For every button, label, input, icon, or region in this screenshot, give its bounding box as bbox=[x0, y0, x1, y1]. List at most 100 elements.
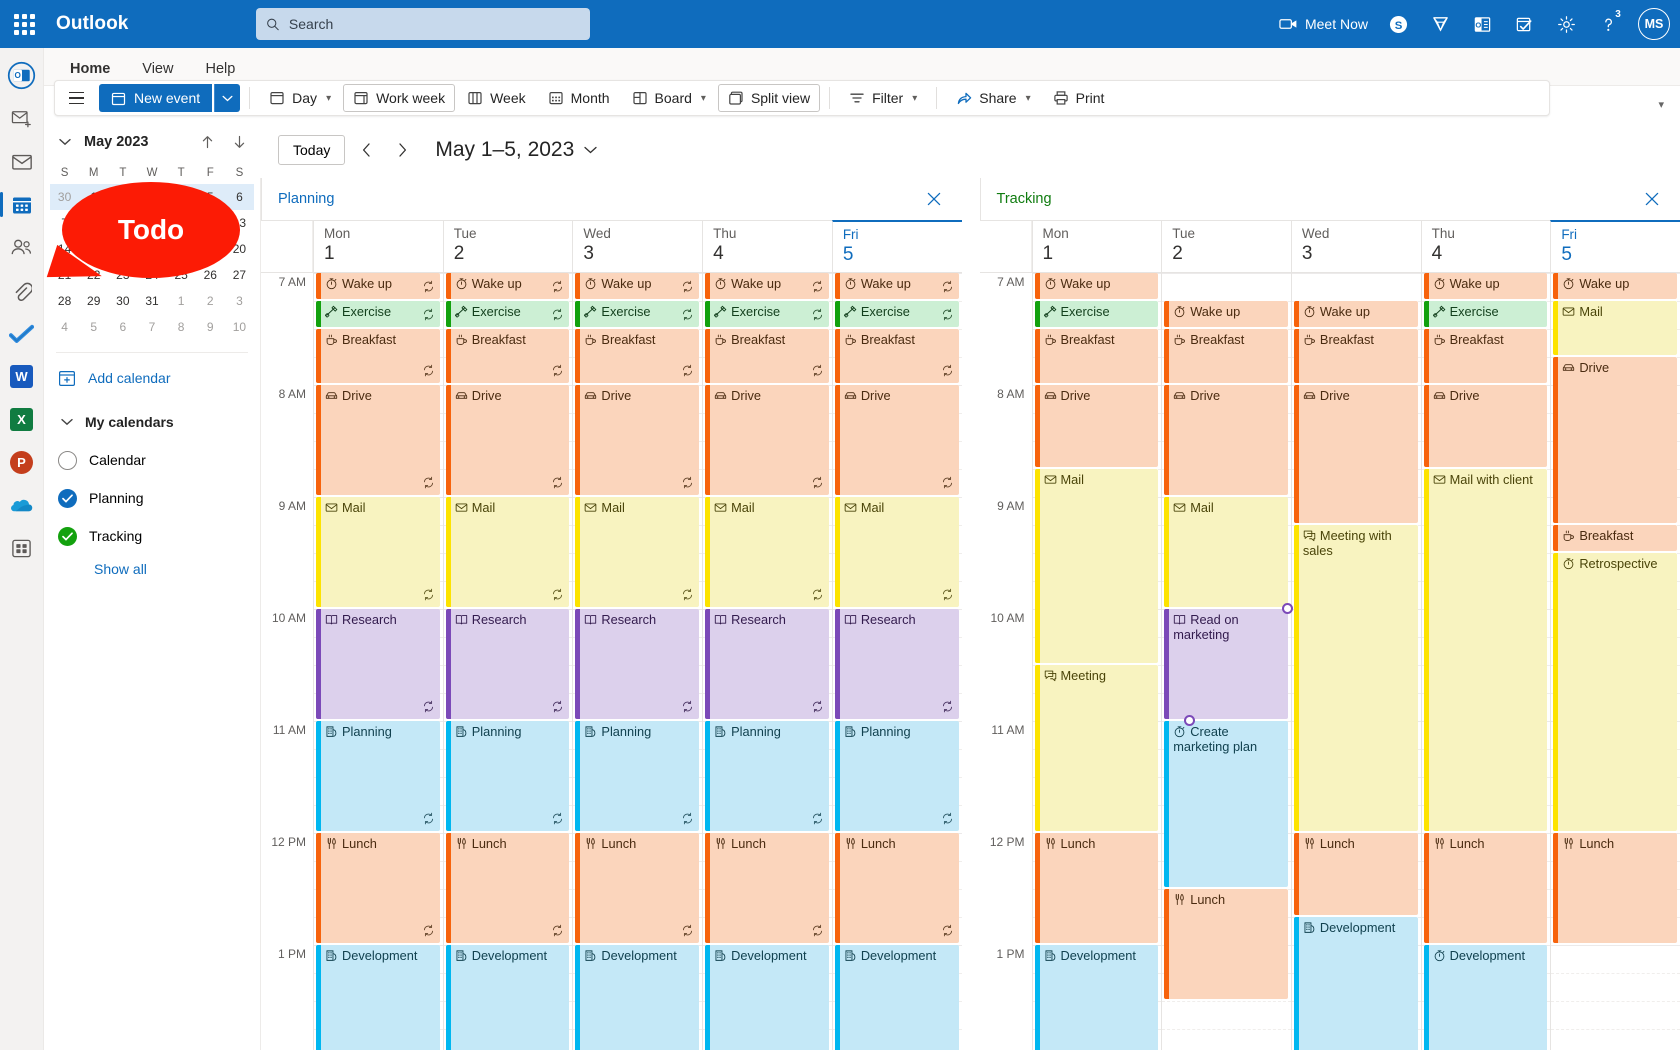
rail-item-people[interactable] bbox=[0, 226, 44, 269]
mini-calendar-day[interactable]: 5 bbox=[195, 184, 225, 210]
new-event-caret-button[interactable] bbox=[214, 84, 241, 112]
calendar-event[interactable]: Planning bbox=[575, 721, 700, 831]
calendar-event[interactable]: Drive bbox=[445, 385, 570, 495]
calendar-event[interactable]: Mail bbox=[834, 497, 959, 607]
calendar-event[interactable]: Exercise bbox=[705, 301, 829, 327]
arrow-down-icon[interactable] bbox=[226, 129, 252, 155]
calendar-event[interactable]: Wake up bbox=[1164, 301, 1288, 327]
calendar-event[interactable]: Lunch bbox=[1293, 833, 1418, 915]
calendar-event[interactable]: Wake up bbox=[316, 273, 440, 299]
mini-calendar-day[interactable]: 1 bbox=[167, 288, 196, 314]
calendar-event[interactable]: Drive bbox=[316, 385, 440, 495]
calendar-event[interactable]: Exercise bbox=[834, 301, 959, 327]
day-header-fri[interactable]: Fri 5 bbox=[831, 220, 962, 272]
mini-calendar-day[interactable]: 10 bbox=[225, 314, 254, 340]
mini-calendar-day[interactable]: 8 bbox=[167, 314, 196, 340]
calendar-grid[interactable]: 7 AM 8 AM 9 AM 10 AM 11 AM 12 PM 1 PM Wake up Ex… bbox=[979, 272, 1680, 1050]
calendar-event[interactable]: Mail bbox=[1034, 469, 1159, 663]
ribbon-button-split-view[interactable]: Split view bbox=[717, 84, 821, 112]
calendar-event[interactable]: Exercise bbox=[1034, 301, 1159, 327]
calendar-event[interactable]: Wake up bbox=[1553, 273, 1678, 299]
add-calendar-button[interactable]: Add calendar bbox=[44, 359, 260, 397]
calendar-event[interactable]: Create marketing plan bbox=[1164, 721, 1288, 887]
skype-button[interactable]: S bbox=[1378, 4, 1418, 44]
ribbon-collapse-button[interactable]: ▾ bbox=[1658, 98, 1664, 111]
calendar-event[interactable]: Development bbox=[834, 945, 959, 1050]
mini-calendar-day[interactable]: 15 bbox=[79, 236, 108, 262]
calendar-event[interactable]: Breakfast bbox=[575, 329, 700, 383]
calendar-event[interactable]: Exercise bbox=[445, 301, 570, 327]
calendar-event[interactable]: Wake up bbox=[705, 273, 829, 299]
arrow-up-icon[interactable] bbox=[194, 129, 220, 155]
day-header-thu[interactable]: Thu 4 bbox=[1420, 221, 1551, 272]
mini-calendar-day[interactable]: 14 bbox=[50, 236, 79, 262]
calendar-event[interactable]: Drive bbox=[575, 385, 700, 495]
ribbon-button-work-week[interactable]: Work week bbox=[343, 84, 456, 112]
calendar-event[interactable]: Exercise bbox=[1423, 301, 1548, 327]
chevron-down-icon[interactable] bbox=[52, 129, 78, 155]
calendar-list-item-tracking[interactable]: Tracking bbox=[44, 517, 260, 555]
day-header-mon[interactable]: Mon 1 bbox=[313, 221, 443, 272]
mini-calendar-day[interactable]: 12 bbox=[196, 210, 225, 236]
meet-now-button[interactable]: Meet Now bbox=[1271, 4, 1376, 44]
day-column-wed[interactable]: Wake up Breakfast Drive Meeting with sales L… bbox=[1290, 273, 1421, 1050]
day-column-tue[interactable]: Wake up Exercise Breakfast Drive Mail Researc… bbox=[442, 273, 573, 1050]
rail-item-new-mail[interactable] bbox=[0, 97, 44, 140]
day-column-wed[interactable]: Wake up Exercise Breakfast Drive Mail Researc… bbox=[572, 273, 703, 1050]
mini-calendar-day[interactable]: 2 bbox=[196, 288, 225, 314]
mini-calendar-day[interactable]: 28 bbox=[50, 288, 79, 314]
calendar-event[interactable]: Breakfast bbox=[834, 329, 959, 383]
calendar-event[interactable]: Exercise bbox=[316, 301, 440, 327]
calendar-grid[interactable]: 7 AM 8 AM 9 AM 10 AM 11 AM 12 PM 1 PM Wake up Ex… bbox=[261, 272, 962, 1050]
calendar-event[interactable]: Research bbox=[575, 609, 700, 719]
calendar-event[interactable]: Mail bbox=[445, 497, 570, 607]
my-calendars-header[interactable]: My calendars bbox=[44, 403, 260, 441]
mini-calendar-day[interactable]: 3 bbox=[137, 184, 167, 210]
calendar-event[interactable]: Drive bbox=[834, 385, 959, 495]
rail-item-mail[interactable] bbox=[0, 140, 44, 183]
mini-calendar-day[interactable]: 23 bbox=[108, 262, 137, 288]
mini-calendar-day[interactable]: 5 bbox=[79, 314, 108, 340]
calendar-event[interactable]: Drive bbox=[1164, 385, 1288, 495]
show-all-button[interactable]: Show all bbox=[44, 561, 260, 577]
day-header-wed[interactable]: Wed 3 bbox=[572, 221, 702, 272]
calendar-event[interactable]: Read on marketing bbox=[1164, 609, 1288, 719]
day-column-mon[interactable]: Wake up Exercise Breakfast Drive Mail Researc… bbox=[313, 273, 443, 1050]
mini-calendar-day[interactable]: 26 bbox=[196, 262, 225, 288]
calendar-event[interactable]: Breakfast bbox=[316, 329, 440, 383]
calendar-event[interactable]: Planning bbox=[705, 721, 829, 831]
calendar-checkbox[interactable] bbox=[58, 488, 77, 508]
mini-calendar-day[interactable]: 29 bbox=[79, 288, 108, 314]
office-apps-button[interactable]: O bbox=[1462, 4, 1502, 44]
rail-item-powerpoint[interactable]: P bbox=[0, 441, 44, 484]
calendar-event[interactable]: Development bbox=[445, 945, 570, 1050]
mini-calendar-day[interactable]: 9 bbox=[108, 210, 137, 236]
mini-calendar-day[interactable]: 7 bbox=[50, 210, 79, 236]
calendar-event[interactable]: Drive bbox=[1034, 385, 1159, 467]
event-resize-handle[interactable] bbox=[1281, 603, 1293, 614]
calendar-event[interactable]: Meeting with sales bbox=[1293, 525, 1418, 831]
chevron-down-icon[interactable]: ▾ bbox=[1026, 93, 1031, 104]
premium-button[interactable] bbox=[1420, 4, 1460, 44]
ribbon-button-week[interactable]: Week bbox=[457, 84, 536, 112]
calendar-event[interactable]: Breakfast bbox=[445, 329, 570, 383]
hamburger-icon[interactable] bbox=[61, 84, 91, 112]
calendar-event[interactable]: Lunch bbox=[575, 833, 700, 943]
calendar-checkbox[interactable] bbox=[58, 526, 77, 546]
calendar-event[interactable]: Mail bbox=[316, 497, 440, 607]
calendar-event[interactable]: Development bbox=[705, 945, 829, 1050]
day-header-fri[interactable]: Fri 5 bbox=[1550, 220, 1680, 272]
day-column-mon[interactable]: Wake up Exercise Breakfast Drive Mail Meeting… bbox=[1031, 273, 1162, 1050]
calendar-event[interactable]: Breakfast bbox=[1423, 329, 1548, 383]
calendar-event[interactable]: Wake up bbox=[575, 273, 700, 299]
mini-calendar-day[interactable]: 6 bbox=[224, 184, 254, 210]
calendar-event[interactable]: Mail bbox=[705, 497, 829, 607]
mini-calendar-day[interactable]: 13 bbox=[225, 210, 254, 236]
calendar-event[interactable]: Wake up bbox=[445, 273, 570, 299]
next-period-button[interactable] bbox=[387, 135, 417, 165]
rail-item-excel[interactable]: X bbox=[0, 398, 44, 441]
calendar-event[interactable]: Research bbox=[834, 609, 959, 719]
calendar-event[interactable]: Drive bbox=[1293, 385, 1418, 523]
calendar-event[interactable]: Development bbox=[575, 945, 700, 1050]
day-header-mon[interactable]: Mon 1 bbox=[1031, 221, 1162, 272]
